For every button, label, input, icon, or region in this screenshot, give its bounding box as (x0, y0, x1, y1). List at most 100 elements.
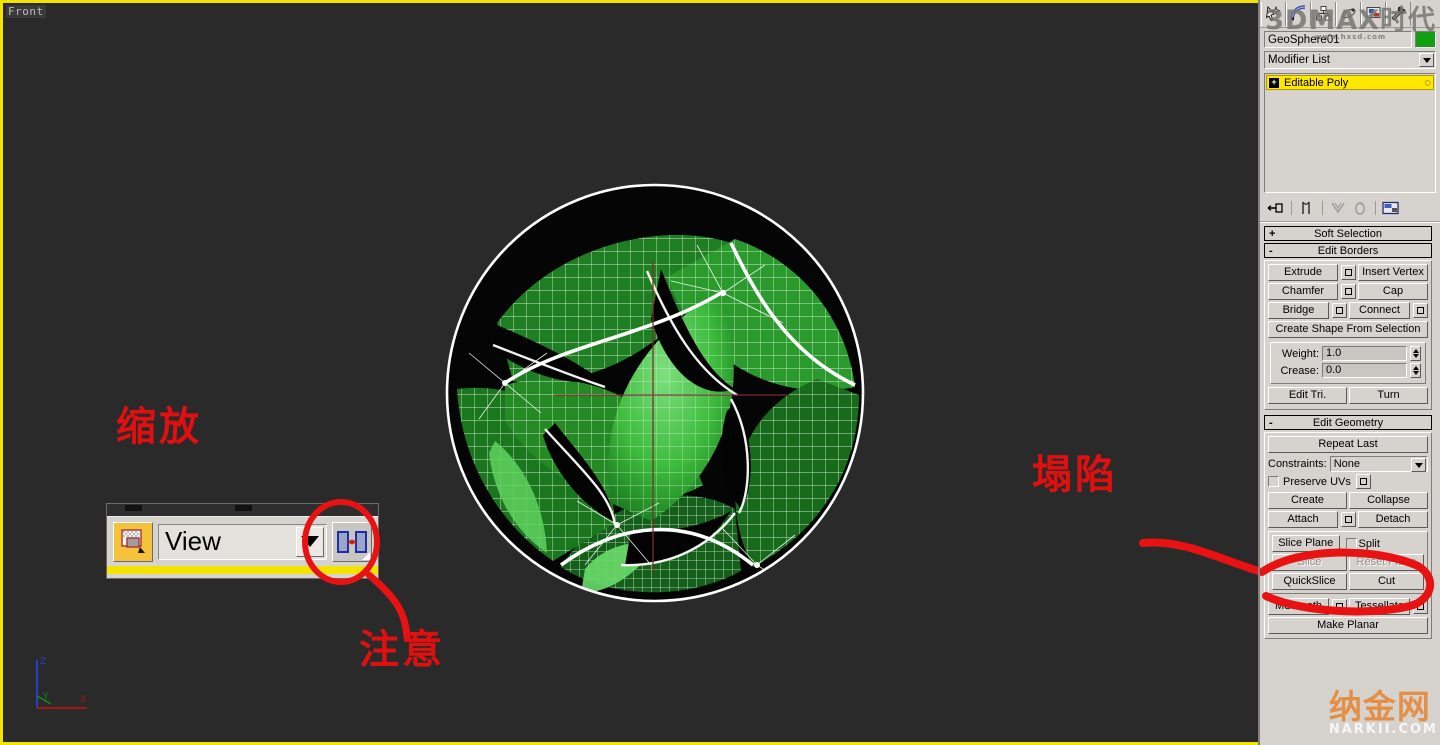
turn-button[interactable]: Turn (1349, 387, 1428, 404)
edit-borders-body: Extrude Insert Vertex Chamfer Cap Bridge… (1264, 260, 1432, 410)
msmooth-settings-button[interactable] (1332, 599, 1347, 614)
quickslice-button[interactable]: QuickSlice (1272, 573, 1347, 590)
insert-vertex-button[interactable]: Insert Vertex (1358, 264, 1428, 281)
preserve-uvs-label: Preserve UVs (1283, 475, 1351, 488)
chamfer-button[interactable]: Chamfer (1268, 283, 1338, 300)
modifier-list-row: Modifier List (1260, 49, 1440, 72)
slice-row: Slice Reset Plane (1272, 554, 1424, 571)
axis-x-label: X (80, 695, 86, 705)
coordinate-system-value: View (165, 526, 221, 556)
remove-modifier-icon[interactable] (1350, 198, 1370, 218)
object-color-swatch[interactable] (1415, 31, 1436, 48)
constraints-row: Constraints: None (1268, 456, 1428, 472)
rollout-title: Edit Borders (1317, 244, 1379, 257)
repeat-last-button[interactable]: Repeat Last (1268, 436, 1428, 453)
create-button[interactable]: Create (1268, 492, 1347, 509)
show-end-result-icon[interactable] (1297, 198, 1317, 218)
preserve-uvs-row: Preserve UVs (1268, 474, 1428, 489)
bridge-settings-button[interactable] (1332, 303, 1347, 318)
collapse-button[interactable]: Collapse (1349, 492, 1428, 509)
weight-crease-block: Weight: 1.0 Crease: 0.0 (1270, 342, 1426, 384)
attach-button[interactable]: Attach (1268, 511, 1338, 528)
constraints-label: Constraints: (1268, 458, 1327, 470)
create-shape-row: Create Shape From Selection (1268, 321, 1428, 338)
reference-coordinate-system-dropdown[interactable]: View (158, 523, 327, 560)
modifier-stack[interactable]: + Editable Poly ◌ (1264, 73, 1436, 193)
modifier-list-dropdown[interactable]: Modifier List (1264, 51, 1436, 69)
crease-spinner[interactable] (1410, 363, 1421, 378)
tessellate-button[interactable]: Tessellate (1349, 598, 1410, 615)
chevron-down-icon[interactable] (1411, 458, 1426, 472)
viewport-front[interactable]: Front Z X Y View 缩放 注意 (0, 0, 1261, 745)
quickslice-row: QuickSlice Cut (1272, 573, 1424, 590)
stack-item-label: Editable Poly (1284, 76, 1349, 89)
axis-tripod: Z X Y (25, 652, 95, 722)
lightbulb-icon[interactable]: ◌ (1424, 77, 1431, 89)
chamfer-settings-button[interactable] (1341, 284, 1356, 299)
axis-y-label: Y (42, 692, 49, 702)
pin-stack-icon[interactable] (1266, 198, 1286, 218)
annotation-zoom: 缩放 (116, 404, 202, 450)
create-tab[interactable] (1261, 1, 1286, 26)
display-tab[interactable] (1361, 1, 1386, 26)
cap-button[interactable]: Cap (1358, 283, 1428, 300)
rollout-sign: - (1269, 244, 1273, 257)
viewport-label[interactable]: Front (6, 5, 46, 18)
create-shape-from-selection-button[interactable]: Create Shape From Selection (1268, 321, 1428, 338)
crease-field[interactable]: 0.0 (1322, 363, 1407, 378)
use-pivot-point-center-icon[interactable] (332, 521, 372, 562)
command-panel: GeoSphere01 Modifier List + Editable Pol… (1258, 0, 1440, 745)
connect-button[interactable]: Connect (1349, 302, 1410, 319)
watermark-bottom-sub: NARKII.COM (1328, 722, 1438, 737)
modifier-list-label: Modifier List (1268, 54, 1330, 66)
extrude-button[interactable]: Extrude (1268, 264, 1338, 281)
modify-tab[interactable] (1286, 1, 1311, 26)
tessellate-settings-button[interactable] (1413, 599, 1428, 614)
utilities-tab[interactable] (1386, 1, 1411, 26)
extrude-settings-button[interactable] (1341, 265, 1356, 280)
rollout-edit-geometry[interactable]: - Edit Geometry (1264, 415, 1432, 430)
connect-settings-button[interactable] (1413, 303, 1428, 318)
configure-modifier-sets-icon[interactable] (1381, 198, 1401, 218)
rollout-soft-selection[interactable]: + Soft Selection (1264, 226, 1432, 241)
inset-yellow-strip (107, 566, 378, 574)
msmooth-button[interactable]: MSmooth (1268, 598, 1329, 615)
bridge-button[interactable]: Bridge (1268, 302, 1329, 319)
slice-button: Slice (1272, 554, 1347, 571)
rollout-title: Edit Geometry (1312, 416, 1384, 429)
split-checkbox[interactable] (1345, 538, 1357, 549)
make-planar-button[interactable]: Make Planar (1268, 617, 1428, 634)
stack-item-editable-poly[interactable]: + Editable Poly ◌ (1266, 75, 1434, 90)
geosphere-model[interactable] (435, 173, 875, 613)
crease-label: Crease: (1280, 364, 1319, 377)
weight-field[interactable]: 1.0 (1322, 346, 1407, 361)
weight-label: Weight: (1281, 347, 1319, 360)
rollout-edit-borders[interactable]: - Edit Borders (1264, 243, 1432, 258)
make-unique-icon[interactable] (1328, 198, 1348, 218)
3dsmax-window: Front Z X Y View 缩放 注意 塌陷 GeoSphere01 Mo… (0, 0, 1440, 745)
edit-tri-button[interactable]: Edit Tri. (1268, 387, 1347, 404)
preserve-uvs-checkbox[interactable] (1268, 476, 1279, 487)
rollout-title: Soft Selection (1314, 227, 1382, 240)
slice-plane-button[interactable]: Slice Plane (1272, 535, 1340, 552)
detach-button[interactable]: Detach (1358, 511, 1428, 528)
cut-button[interactable]: Cut (1349, 573, 1424, 590)
make-planar-row: Make Planar (1268, 617, 1428, 634)
edit-tri-row: Edit Tri. Turn (1268, 387, 1428, 404)
geosphere-svg (445, 183, 865, 603)
select-and-uniform-scale-icon[interactable] (113, 521, 153, 562)
slice-group: Slice Plane Split Slice Reset Plane Quic… (1268, 531, 1428, 594)
weight-spinner[interactable] (1410, 346, 1421, 361)
crease-row: Crease: 0.0 (1275, 363, 1421, 378)
modifier-stack-toolbar (1260, 195, 1440, 221)
chevron-down-icon[interactable] (1419, 53, 1434, 67)
attach-settings-button[interactable] (1341, 512, 1356, 527)
command-panel-tabs (1260, 0, 1440, 28)
expand-plus-icon[interactable]: + (1269, 77, 1279, 88)
motion-tab[interactable] (1336, 1, 1361, 26)
chevron-down-icon[interactable] (296, 526, 324, 557)
preserve-uvs-settings-button[interactable] (1355, 474, 1371, 489)
constraints-dropdown[interactable]: None (1329, 456, 1428, 472)
object-name-field[interactable]: GeoSphere01 (1264, 31, 1412, 48)
hierarchy-tab[interactable] (1311, 1, 1336, 26)
